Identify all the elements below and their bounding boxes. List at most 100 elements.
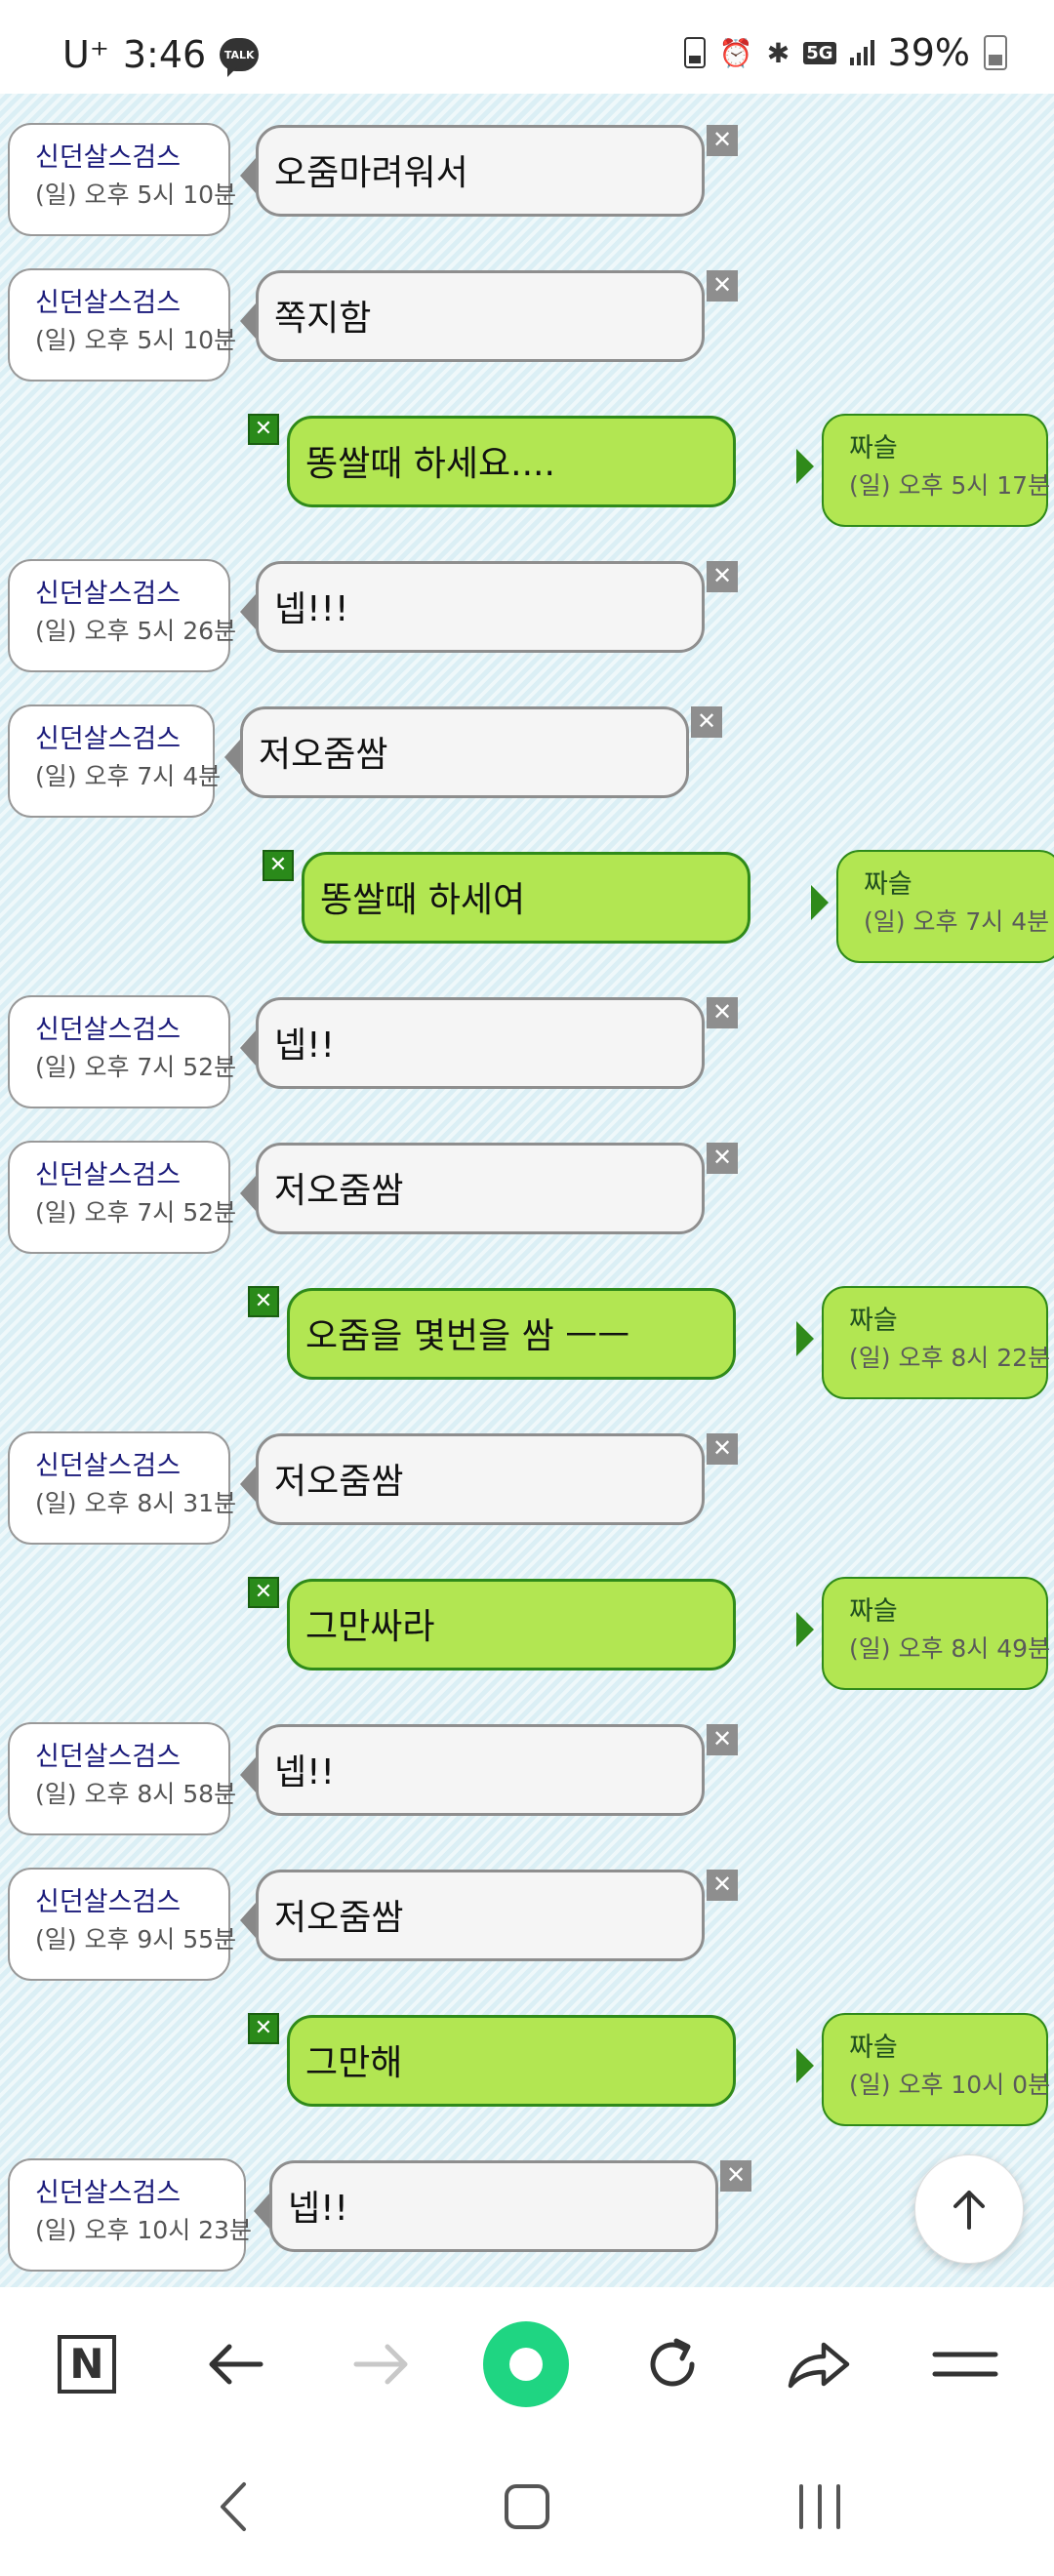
delete-icon[interactable]: ✕ (707, 997, 738, 1028)
message-timestamp: (일) 오후 7시 52분 (35, 1198, 237, 1227)
delete-icon[interactable]: ✕ (707, 1724, 738, 1755)
outgoing-message-row: 짜슬 (일) 오후 5시 17분 똥쌀때 하세요.... ✕ (0, 384, 1054, 527)
sender-name: 짜슬 (864, 869, 912, 900)
sender-name: 신던살스검스 (35, 288, 182, 318)
delete-icon[interactable]: ✕ (691, 706, 722, 738)
bubble-pointer-left (240, 594, 256, 629)
message-timestamp: (일) 오후 5시 26분 (35, 617, 237, 645)
message-bubble[interactable]: 똥쌀때 하세여 (302, 852, 750, 944)
bubble-pointer-left (240, 1030, 256, 1066)
bubble-pointer-right (796, 2048, 814, 2083)
message-bubble[interactable]: 그만싸라 (287, 1579, 736, 1670)
my-info-card[interactable]: 짜슬 (일) 오후 8시 49분 (822, 1577, 1050, 1690)
message-timestamp: (일) 오후 8시 22분 (849, 1344, 1051, 1372)
arrow-up-icon (953, 2191, 985, 2230)
message-timestamp: (일) 오후 5시 10분 (35, 181, 237, 209)
message-bubble[interactable]: 그만해 (287, 2015, 736, 2107)
my-info-card[interactable]: 짜슬 (일) 오후 7시 4분 (836, 850, 1054, 963)
recents-icon (799, 2484, 840, 2529)
green-dot-icon (483, 2321, 569, 2407)
home-square-icon (505, 2484, 549, 2529)
refresh-button[interactable] (628, 2320, 716, 2408)
sender-info-card[interactable]: 신던살스검스 (일) 오후 7시 52분 (8, 995, 237, 1108)
message-bubble[interactable]: 쪽지함 (256, 270, 705, 362)
delete-icon[interactable]: ✕ (707, 1433, 738, 1465)
delete-icon[interactable]: ✕ (707, 125, 738, 156)
menu-button[interactable] (921, 2320, 1009, 2408)
sender-info-card[interactable]: 신던살스검스 (일) 오후 10시 23분 (8, 2158, 252, 2272)
my-info-card[interactable]: 짜슬 (일) 오후 5시 17분 (822, 414, 1051, 527)
delete-icon[interactable]: ✕ (263, 850, 294, 881)
system-recents-button[interactable] (786, 2473, 854, 2541)
sender-info-card[interactable]: 신던살스검스 (일) 오후 7시 4분 (8, 704, 222, 818)
sender-info-card[interactable]: 신던살스검스 (일) 오후 5시 10분 (8, 268, 237, 382)
my-info-card[interactable]: 짜슬 (일) 오후 8시 22분 (822, 1286, 1051, 1399)
message-bubble[interactable]: 넵!! (256, 997, 705, 1089)
message-bubble[interactable]: 오줌마려워서 (256, 125, 705, 217)
chat-area[interactable]: 신던살스검스 (일) 오후 5시 10분 오줌마려워서 ✕ 신던살스검스 (일) 오후 5… (0, 94, 1054, 2287)
message-bubble[interactable]: 넵!! (256, 1724, 705, 1816)
network-type-icon: 5G (803, 41, 836, 64)
incoming-message-row: 신던살스검스 (일) 오후 5시 10분 쪽지함 ✕ (0, 239, 1054, 382)
delete-icon[interactable]: ✕ (720, 2160, 751, 2192)
incoming-message-row: 신던살스검스 (일) 오후 5시 26분 넵!!! ✕ (0, 530, 1054, 672)
status-bar: U⁺ 3:46 TALK ⏰ ✱ 5G 39% (0, 0, 1054, 94)
naver-home-button[interactable]: N (43, 2320, 131, 2408)
message-timestamp: (일) 오후 7시 4분 (35, 762, 222, 790)
message-bubble[interactable]: 저오줌쌈 (256, 1433, 705, 1525)
sender-info-card[interactable]: 신던살스검스 (일) 오후 8시 31분 (8, 1431, 237, 1545)
message-bubble[interactable]: 똥쌀때 하세요.... (287, 416, 736, 507)
message-timestamp: (일) 오후 8시 31분 (35, 1489, 237, 1517)
system-home-button[interactable] (493, 2473, 561, 2541)
message-timestamp: (일) 오후 5시 10분 (35, 326, 237, 354)
incoming-message-row: 신던살스검스 (일) 오후 7시 52분 저오줌쌈 ✕ (0, 1111, 1054, 1254)
scroll-to-top-button[interactable] (914, 2154, 1024, 2264)
green-dot-button[interactable] (482, 2320, 570, 2408)
outgoing-message-row: 짜슬 (일) 오후 8시 49분 그만싸라 ✕ (0, 1548, 1054, 1690)
forward-button[interactable] (338, 2320, 426, 2408)
battery-percent: 39% (887, 31, 970, 74)
bubble-pointer-right (796, 1321, 814, 1356)
sender-name: 신던살스검스 (35, 1742, 182, 1772)
message-bubble[interactable]: 넵!! (269, 2160, 718, 2252)
delete-icon[interactable]: ✕ (707, 561, 738, 592)
bubble-pointer-left (240, 158, 256, 193)
delete-icon[interactable]: ✕ (248, 1286, 279, 1317)
hamburger-menu-icon (932, 2352, 998, 2377)
message-bubble[interactable]: 저오줌쌈 (240, 706, 689, 798)
back-button[interactable] (191, 2320, 279, 2408)
delete-icon[interactable]: ✕ (248, 1577, 279, 1608)
message-bubble[interactable]: 넵!!! (256, 561, 705, 653)
message-bubble[interactable]: 저오줌쌈 (256, 1143, 705, 1234)
sender-info-card[interactable]: 신던살스검스 (일) 오후 7시 52분 (8, 1141, 237, 1254)
sender-info-card[interactable]: 신던살스검스 (일) 오후 5시 10분 (8, 123, 237, 236)
sender-name: 짜슬 (849, 433, 898, 463)
delete-icon[interactable]: ✕ (707, 270, 738, 302)
sender-info-card[interactable]: 신던살스검스 (일) 오후 5시 26분 (8, 559, 237, 672)
sender-info-card[interactable]: 신던살스검스 (일) 오후 9시 55분 (8, 1868, 236, 1981)
bubble-pointer-right (796, 449, 814, 484)
browser-toolbar: N (0, 2287, 1054, 2434)
sender-info-card[interactable]: 신던살스검스 (일) 오후 8시 58분 (8, 1722, 236, 1835)
my-info-card[interactable]: 짜슬 (일) 오후 10시 0분 (822, 2013, 1050, 2126)
delete-icon[interactable]: ✕ (707, 1870, 738, 1901)
bubble-pointer-left (240, 1757, 256, 1792)
arrow-right-icon (353, 2344, 408, 2385)
share-button[interactable] (775, 2320, 863, 2408)
naver-logo-icon: N (58, 2335, 116, 2394)
alarm-icon: ⏰ (718, 36, 753, 69)
system-back-button[interactable] (205, 2473, 264, 2541)
status-left: U⁺ 3:46 TALK (62, 33, 260, 77)
incoming-message-row: 신던살스검스 (일) 오후 9시 55분 저오줌쌈 ✕ (0, 1838, 1054, 1981)
sender-name: 신던살스검스 (35, 1887, 182, 1917)
delete-icon[interactable]: ✕ (248, 2013, 279, 2044)
delete-icon[interactable]: ✕ (248, 414, 279, 445)
sender-name: 짜슬 (849, 1306, 898, 1336)
status-right: ⏰ ✱ 5G 39% (683, 31, 1007, 74)
delete-icon[interactable]: ✕ (707, 1143, 738, 1174)
message-bubble[interactable]: 저오줌쌈 (256, 1870, 705, 1961)
message-bubble[interactable]: 오줌을 몇번을 쌈 ㅡㅡ (287, 1288, 736, 1380)
bubble-pointer-left (240, 1903, 256, 1938)
message-timestamp: (일) 오후 7시 52분 (35, 1053, 237, 1081)
message-timestamp: (일) 오후 5시 17분 (849, 471, 1051, 500)
